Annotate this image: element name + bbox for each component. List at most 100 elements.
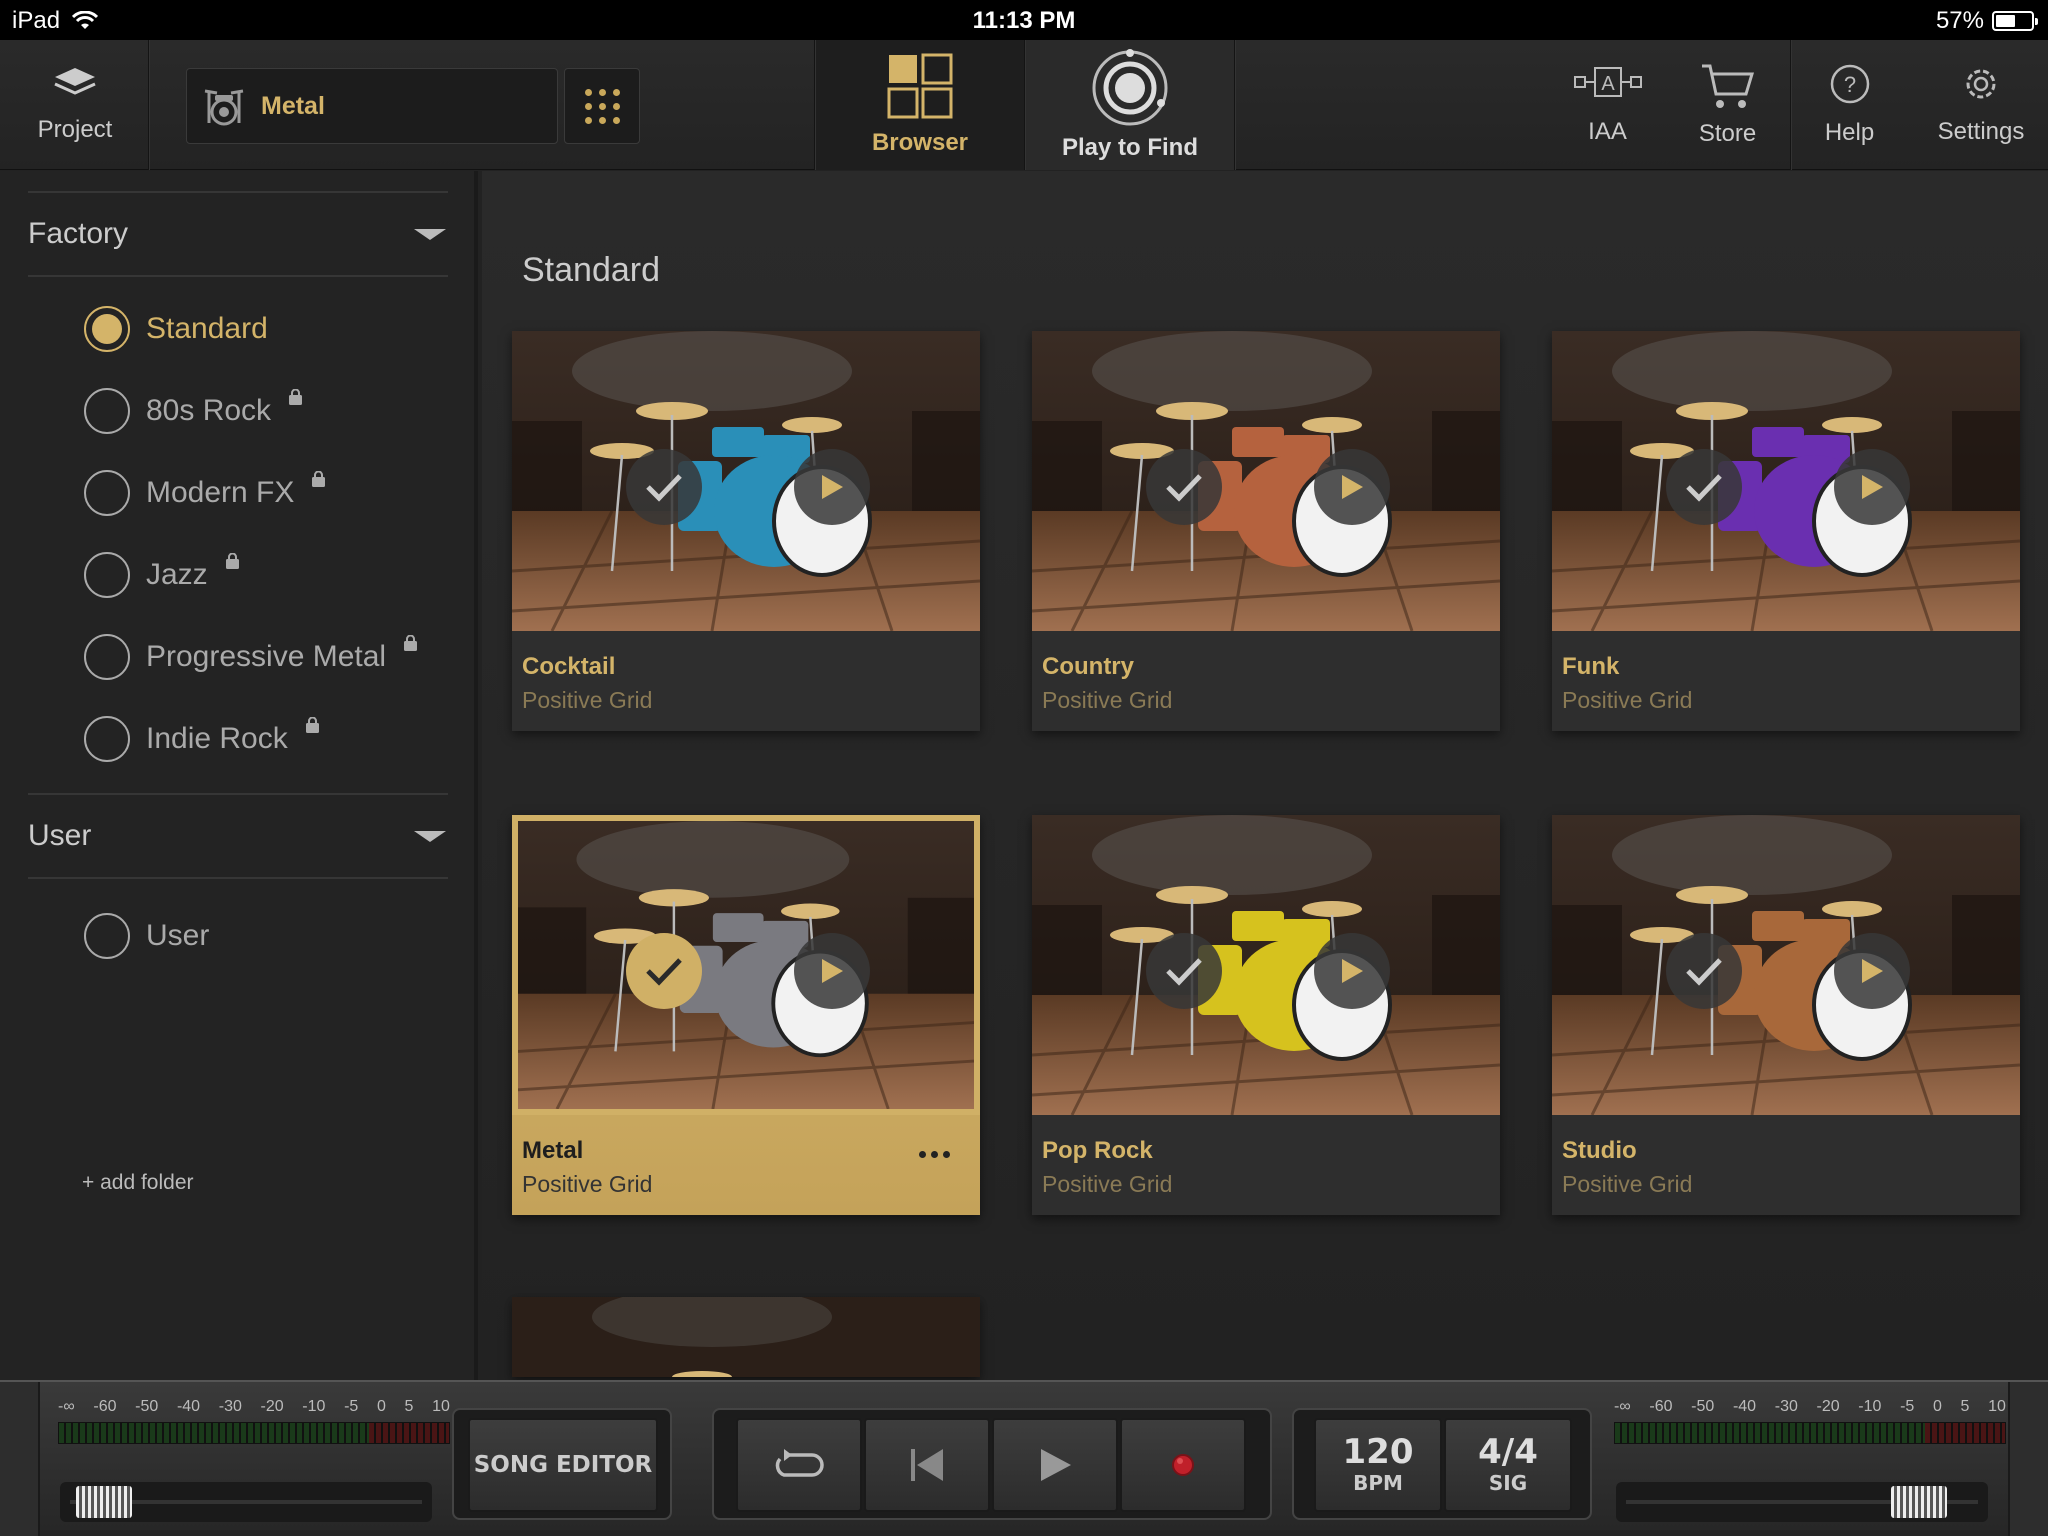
- project-button[interactable]: Project: [0, 40, 150, 170]
- transport-bar: -∞ -60 -50 -40 -30 -20 -10 -5 0 5 10 SONG EDITOR: [0, 1380, 2048, 1536]
- settings-button[interactable]: Settings: [1926, 40, 2036, 170]
- fader-handle[interactable]: [1891, 1486, 1948, 1518]
- select-kit-button[interactable]: [1146, 449, 1222, 525]
- kit-card-partial[interactable]: [512, 1297, 980, 1377]
- sidebar-item-modern-fx[interactable]: Modern FX: [84, 469, 326, 517]
- check-icon: [1686, 958, 1722, 986]
- sidebar-item-label: Modern FX: [146, 476, 295, 509]
- help-button[interactable]: ? Help: [1802, 40, 1897, 170]
- meter-tick-label: -∞: [1614, 1398, 1631, 1415]
- select-kit-button[interactable]: [1666, 449, 1742, 525]
- kit-thumbnail: [1032, 331, 1500, 631]
- kit-card-cocktail[interactable]: Cocktail Positive Grid: [512, 331, 980, 731]
- factory-label: Factory: [28, 217, 129, 250]
- more-options-button[interactable]: [919, 1151, 950, 1158]
- kit-card-pop-rock[interactable]: Pop Rock Positive Grid: [1032, 815, 1500, 1215]
- play-button[interactable]: [992, 1418, 1118, 1512]
- add-folder-link[interactable]: + add folder: [82, 1171, 194, 1195]
- kit-thumbnail: [512, 1297, 980, 1377]
- meter-tick-label: -5: [344, 1398, 359, 1415]
- preview-play-button[interactable]: [1314, 449, 1390, 525]
- sidebar: Factory Standard 80s Rock Modern FX Jazz Pro…: [0, 171, 478, 1380]
- radio-icon: [84, 913, 130, 959]
- record-button[interactable]: [1120, 1418, 1246, 1512]
- gear-icon: [1966, 69, 1996, 99]
- fader-handle[interactable]: [76, 1486, 133, 1518]
- tab-browser[interactable]: Browser: [816, 40, 1024, 170]
- left-volume-fader[interactable]: [60, 1482, 432, 1522]
- sidebar-item-standard[interactable]: Standard: [84, 305, 268, 353]
- sidebar-item-label: User: [146, 919, 210, 952]
- user-label: User: [28, 819, 92, 852]
- sidebar-item-label: Indie Rock: [146, 722, 288, 755]
- check-icon: [646, 474, 682, 502]
- sig-value: 4/4: [1478, 1432, 1538, 1472]
- meter-tick-label: 0: [376, 1398, 386, 1415]
- preview-play-button[interactable]: [1834, 449, 1910, 525]
- bpm-label: BPM: [1353, 1471, 1403, 1495]
- kit-name: Metal: [261, 91, 325, 120]
- skip-back-icon: [911, 1449, 943, 1481]
- kit-card-metal[interactable]: Metal Positive Grid: [512, 815, 980, 1215]
- sidebar-item-label: Standard: [146, 312, 268, 345]
- meter-tick-label: -60: [1649, 1398, 1673, 1415]
- check-icon: [1686, 474, 1722, 502]
- sidebar-item-user[interactable]: User: [84, 912, 209, 960]
- meter-tick-label: -20: [260, 1398, 284, 1415]
- radio-icon: [84, 306, 130, 352]
- preview-play-button[interactable]: [794, 449, 870, 525]
- radio-icon: [84, 634, 130, 680]
- select-kit-button[interactable]: [626, 449, 702, 525]
- song-editor-button[interactable]: SONG EDITOR: [468, 1418, 658, 1512]
- sidebar-item-progressive-metal[interactable]: Progressive Metal: [84, 633, 418, 681]
- select-kit-button[interactable]: [1146, 933, 1222, 1009]
- kit-thumbnail: [512, 815, 980, 1115]
- sidebar-item-indie-rock[interactable]: Indie Rock: [84, 715, 319, 763]
- meter-tick-label: -40: [1732, 1398, 1757, 1415]
- kit-thumbnail: [1032, 815, 1500, 1115]
- sidebar-item-label: 80s Rock: [146, 394, 272, 427]
- kit-author: Positive Grid: [1042, 687, 1173, 713]
- kit-title: Pop Rock: [1042, 1137, 1153, 1164]
- store-label: Store: [1698, 120, 1757, 147]
- meter-tick-label: -30: [1774, 1398, 1798, 1415]
- kit-author: Positive Grid: [1042, 1171, 1173, 1197]
- play-icon: [1342, 959, 1363, 983]
- loop-button[interactable]: [736, 1418, 862, 1512]
- radio-icon: [84, 716, 130, 762]
- bpm-button[interactable]: 120 BPM: [1314, 1418, 1442, 1512]
- meter-tick-label: -10: [1858, 1398, 1882, 1415]
- kit-grid-button[interactable]: [564, 68, 640, 144]
- kit-author: Positive Grid: [522, 687, 653, 713]
- song-editor-panel: SONG EDITOR: [452, 1408, 672, 1520]
- select-kit-button[interactable]: [1666, 933, 1742, 1009]
- sidebar-item-80s-rock[interactable]: 80s Rock: [84, 387, 303, 435]
- play-icon: [1862, 959, 1883, 983]
- user-section-header[interactable]: User: [28, 793, 448, 879]
- status-time: 11:13 PM: [972, 7, 1076, 34]
- rewind-button[interactable]: [864, 1418, 990, 1512]
- lock-icon: [305, 717, 319, 733]
- kit-card-country[interactable]: Country Positive Grid: [1032, 331, 1500, 731]
- factory-section-header[interactable]: Factory: [28, 191, 448, 277]
- tab-play-to-find[interactable]: Play to Find: [1026, 40, 1234, 170]
- preview-play-button[interactable]: [1834, 933, 1910, 1009]
- preview-play-button[interactable]: [794, 933, 870, 1009]
- preview-play-button[interactable]: [1314, 933, 1390, 1009]
- sig-label: SIG: [1488, 1471, 1528, 1495]
- kit-selector[interactable]: Metal: [186, 68, 558, 144]
- select-kit-button[interactable]: [626, 933, 702, 1009]
- kit-card-studio[interactable]: Studio Positive Grid: [1552, 815, 2020, 1215]
- status-bar: iPad 11:13 PM 57%: [0, 0, 2048, 40]
- kit-thumbnail: [1552, 815, 2020, 1115]
- meter-tick-label: -50: [135, 1398, 159, 1415]
- store-button[interactable]: Store: [1680, 40, 1775, 170]
- sidebar-item-jazz[interactable]: Jazz: [84, 551, 239, 599]
- meter-tick-label: -10: [302, 1398, 326, 1415]
- left-level-meter: -∞ -60 -50 -40 -30 -20 -10 -5 0 5 10: [58, 1398, 450, 1444]
- iaa-button[interactable]: A IAA: [1560, 40, 1655, 170]
- right-volume-fader[interactable]: [1616, 1482, 1988, 1522]
- svg-text:A: A: [1601, 73, 1615, 95]
- kit-card-funk[interactable]: Funk Positive Grid: [1552, 331, 2020, 731]
- time-signature-button[interactable]: 4/4 SIG: [1444, 1418, 1572, 1512]
